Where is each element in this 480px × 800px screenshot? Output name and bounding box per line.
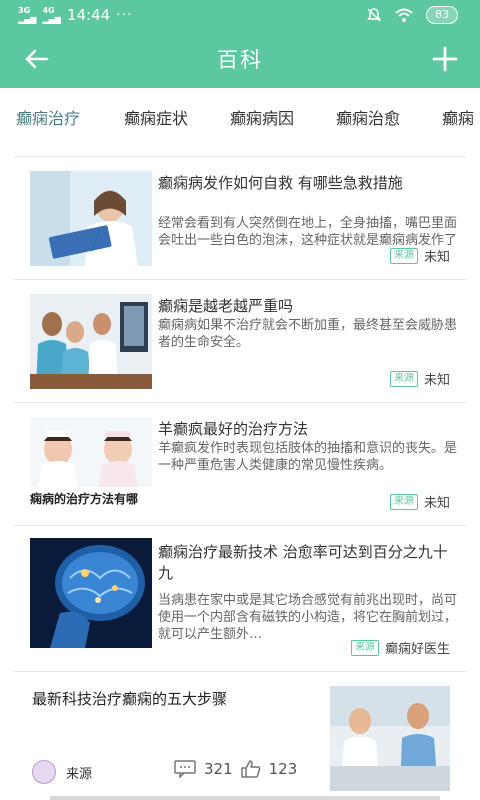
article-card-large[interactable]: 最新科技治疗癫痫的五大步骤 来源 321 123 xyxy=(14,674,466,800)
page-title: 百科 xyxy=(217,48,263,72)
thumbs-up-icon[interactable] xyxy=(240,760,261,778)
mute-icon xyxy=(367,8,381,22)
source-name: 未知 xyxy=(423,250,450,265)
article-title: 癫痫病发作如何自救 有哪些急救措施 xyxy=(158,174,403,192)
source-tag: 来源 xyxy=(350,639,379,656)
article-card[interactable]: 癫痫治疗最新技术 治愈率可达到百分之九十九 当病患在家中或是其它场合感觉有前兆出… xyxy=(14,526,466,672)
article-meta: 来源 未知 xyxy=(389,492,450,511)
source-name: 癫痫好医生 xyxy=(384,642,450,657)
like-count: 123 xyxy=(268,760,298,778)
more-dots: ··· xyxy=(116,7,133,23)
app-bar: 百科 xyxy=(0,30,480,88)
source-tag: 来源 xyxy=(389,370,418,387)
category-tabs: 癫痫治疗 癫痫症状 癫痫病因 癫痫治愈 癫痫 xyxy=(0,88,480,144)
bottom-divider xyxy=(50,796,440,800)
tab-more[interactable]: 癫痫 xyxy=(442,105,474,129)
article-meta: 来源 癫痫好医生 xyxy=(350,638,450,657)
tab-treatment[interactable]: 癫痫治疗 xyxy=(16,105,80,129)
article-title: 羊癫疯最好的治疗方法 xyxy=(158,420,309,438)
article-meta: 来源 未知 xyxy=(389,369,450,388)
battery-indicator: 83 xyxy=(426,6,458,24)
article-stats: 321 123 xyxy=(174,760,297,778)
source-tag: 来源 xyxy=(389,493,418,510)
signal-3g-label: 3G xyxy=(18,5,31,15)
status-time: 14:44 xyxy=(66,6,111,24)
article-summary: 当病患在家中或是其它场合感觉有前兆出现时，尚可使用一个内部含有磁铁的小构造，将它… xyxy=(158,593,458,642)
add-plus-icon[interactable] xyxy=(432,46,458,72)
source-name: 未知 xyxy=(423,373,450,388)
article-summary: 癫痫病如果不治疗就会不断加重，最终甚至会威胁患者的生命安全。 xyxy=(158,318,458,350)
article-summary: 羊癫疯发作时表现包括肢体的抽搐和意识的丧失。是一种严重危害人类健康的常见慢性疾病… xyxy=(158,441,458,473)
source-tag: 来源 xyxy=(389,247,418,264)
article-title: 癫痫治疗最新技术 治愈率可达到百分之九十九 xyxy=(158,543,448,582)
article-card[interactable]: 癫痫病发作如何自救 有哪些急救措施 经常会看到有人突然倒在地上，全身抽搐，嘴巴里… xyxy=(14,157,466,280)
article-meta: 来源 未知 xyxy=(389,246,450,265)
signal-4g-label: 4G xyxy=(42,5,55,15)
signal-indicators: 3G ▂▄▆ xyxy=(18,5,37,24)
article-thumbnail xyxy=(30,171,152,266)
comment-icon[interactable] xyxy=(174,760,196,778)
article-thumbnail xyxy=(30,538,152,648)
article-title: 癫痫是越老越严重吗 xyxy=(158,297,294,315)
tab-causes[interactable]: 癫痫病因 xyxy=(230,105,294,129)
wifi-icon xyxy=(395,8,413,22)
article-thumbnail: 痫病的治疗方法有哪 xyxy=(30,417,152,512)
tab-symptoms[interactable]: 癫痫症状 xyxy=(124,105,188,129)
source-name: 未知 xyxy=(423,496,450,511)
status-bar: 3G ▂▄▆ 4G ▂▄▆ 14:44 ··· 83 xyxy=(0,0,480,30)
article-thumbnail xyxy=(30,294,152,389)
article-source: 来源 xyxy=(32,760,92,784)
article-title: 最新科技治疗癫痫的五大步骤 xyxy=(32,690,228,708)
article-card[interactable]: 癫痫是越老越严重吗 癫痫病如果不治疗就会不断加重，最终甚至会威胁患者的生命安全。… xyxy=(14,280,466,403)
comment-count: 321 xyxy=(204,760,233,778)
avatar xyxy=(32,760,56,784)
article-thumbnail xyxy=(330,686,450,791)
thumbnail-caption: 痫病的治疗方法有哪 xyxy=(30,492,139,506)
source-label: 来源 xyxy=(66,766,93,782)
tab-cure[interactable]: 癫痫治愈 xyxy=(336,105,400,129)
article-card[interactable]: 痫病的治疗方法有哪 羊癫疯最好的治疗方法 羊癫疯发作时表现包括肢体的抽搐和意识的… xyxy=(14,403,466,526)
